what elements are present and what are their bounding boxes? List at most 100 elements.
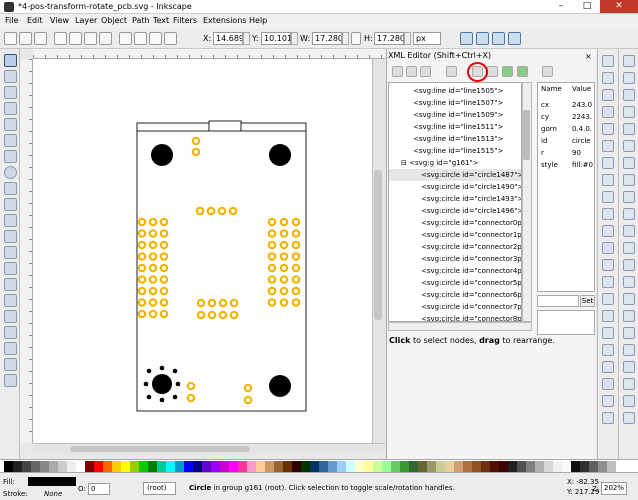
palette-swatch[interactable] [562,461,571,472]
set-button[interactable]: Set [580,295,595,307]
scale-corners-icon[interactable] [476,32,489,45]
snap-toggle-icon[interactable] [602,327,614,339]
command-icon[interactable] [623,293,635,305]
new-text-node-icon[interactable] [406,66,417,77]
command-icon[interactable] [623,72,635,84]
pcb-drawing[interactable] [33,59,372,443]
ellipse-tool-icon[interactable] [4,166,17,179]
snap-toggle-icon[interactable] [602,344,614,356]
close-button[interactable]: ✕ [600,0,638,13]
node-tool-icon[interactable] [4,70,17,83]
palette-swatch[interactable] [373,461,382,472]
snap-toggle-icon[interactable] [602,310,614,322]
palette-swatch[interactable] [607,461,616,472]
command-icon[interactable] [623,55,635,67]
y-spinner[interactable] [291,32,298,45]
transform-gradients-icon[interactable] [492,32,505,45]
xml-editor-close-icon[interactable]: × [585,52,592,61]
eraser-tool-icon[interactable] [4,294,17,307]
palette-swatch[interactable] [22,461,31,472]
w-field[interactable]: 17.280 [312,32,342,45]
attr-name[interactable]: id [541,137,547,145]
palette-swatch[interactable] [49,461,58,472]
scale-stroke-icon[interactable] [460,32,473,45]
palette-swatch[interactable] [598,461,607,472]
menu-help[interactable]: Help [249,16,267,25]
palette-swatch[interactable] [31,461,40,472]
attribute-name-input[interactable] [537,295,579,307]
command-icon[interactable] [623,191,635,203]
y-field[interactable]: 10.101 [261,32,291,45]
measure-tool-icon[interactable] [4,118,17,131]
attr-value[interactable]: 2243. [572,113,592,121]
connector-tool-icon[interactable] [4,374,17,387]
palette-swatch[interactable] [166,461,175,472]
pen-tool-icon[interactable] [4,230,17,243]
snap-toggle-icon[interactable] [602,72,614,84]
snap-toggle-icon[interactable] [602,259,614,271]
command-icon[interactable] [623,276,635,288]
command-icon[interactable] [623,106,635,118]
collapse-icon[interactable]: ⊟ [401,159,407,167]
drawing-canvas[interactable] [33,59,372,443]
menu-object[interactable]: Object [101,16,127,25]
indent-node-icon[interactable] [487,66,498,77]
command-icon[interactable] [623,157,635,169]
palette-swatch[interactable] [4,461,13,472]
stroke-value[interactable]: None [44,490,62,498]
palette-swatch[interactable] [184,461,193,472]
horizontal-scroll-thumb[interactable] [70,446,250,452]
menu-file[interactable]: File [5,16,18,25]
command-icon[interactable] [623,123,635,135]
mesh-tool-icon[interactable] [4,342,17,355]
palette-swatch[interactable] [436,461,445,472]
palette-swatch[interactable] [220,461,229,472]
calligraphy-tool-icon[interactable] [4,246,17,259]
lower-to-bottom-icon[interactable] [164,32,177,45]
tree-node[interactable]: <svg:line id="line1511"> [389,121,521,133]
dropper-tool-icon[interactable] [4,358,17,371]
minimize-button[interactable]: – [548,0,574,13]
palette-swatch[interactable] [517,461,526,472]
zoom-field[interactable]: 202% [601,482,627,495]
attr-name[interactable]: style [541,161,558,169]
tree-node[interactable]: <svg:circle id="circle1496"> [389,205,521,217]
palette-swatch[interactable] [580,461,589,472]
layer-select[interactable]: (root) [143,482,176,495]
menu-layer[interactable]: Layer [75,16,97,25]
attr-name[interactable]: cy [541,113,549,121]
palette-swatch[interactable] [571,461,580,472]
palette-swatch[interactable] [283,461,292,472]
tree-node[interactable]: <svg:circle id="connector3pin"> [389,253,521,265]
palette-swatch[interactable] [346,461,355,472]
x-field[interactable]: 14.689 [213,32,243,45]
transform-handle[interactable] [146,394,152,400]
snap-toggle-icon[interactable] [602,225,614,237]
transform-handle[interactable] [143,381,149,387]
lock-icon[interactable] [351,32,361,45]
palette-swatch[interactable] [211,461,220,472]
palette-swatch[interactable] [265,461,274,472]
tree-horizontal-scrollbar[interactable] [388,322,532,331]
tree-node[interactable]: <svg:line id="line1509"> [389,109,521,121]
palette-swatch[interactable] [427,461,436,472]
select-all-layers-icon[interactable] [19,32,32,45]
snap-toggle-icon[interactable] [602,242,614,254]
command-icon[interactable] [623,361,635,373]
tree-node[interactable]: <svg:circle id="connector7pin"> [389,301,521,313]
attr-value[interactable]: 243.0 [572,101,592,109]
palette-swatch[interactable] [553,461,562,472]
delete-node-icon[interactable] [446,66,457,77]
palette-swatch[interactable] [337,461,346,472]
palette-swatch[interactable] [193,461,202,472]
command-icon[interactable] [623,225,635,237]
rotate-ccw-icon[interactable] [54,32,67,45]
menu-extensions[interactable]: Extensions [203,16,246,25]
palette-swatch[interactable] [463,461,472,472]
palette-swatch[interactable] [481,461,490,472]
snap-toggle-icon[interactable] [602,191,614,203]
select-all-icon[interactable] [4,32,17,45]
transform-patterns-icon[interactable] [508,32,521,45]
palette-swatch[interactable] [319,461,328,472]
palette-swatch[interactable] [544,461,553,472]
